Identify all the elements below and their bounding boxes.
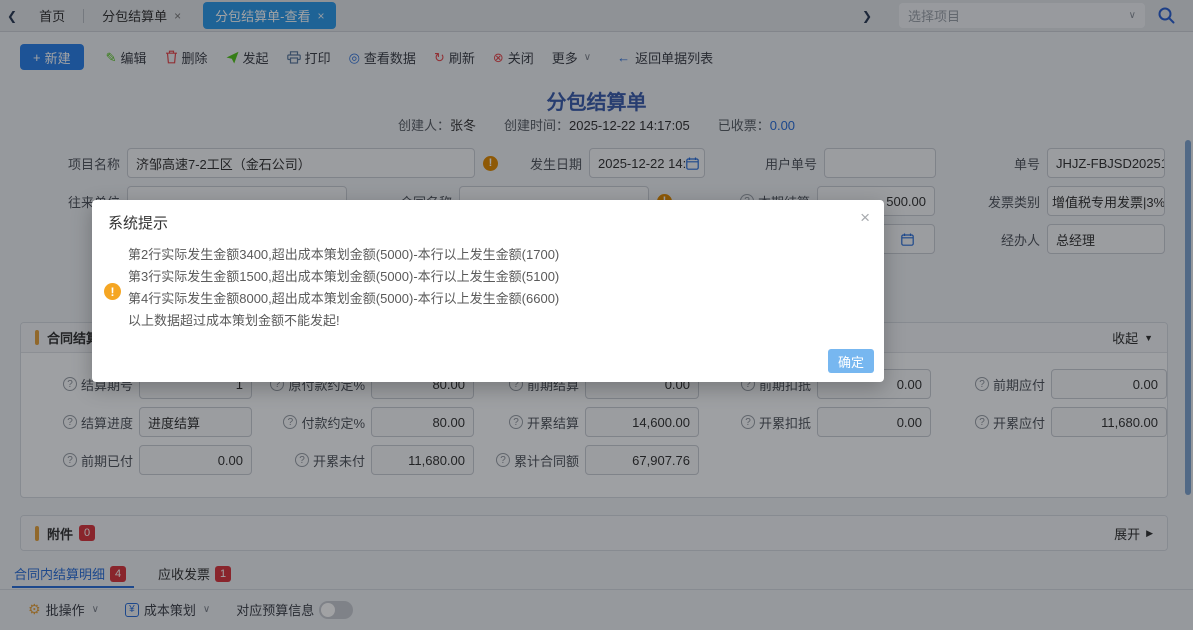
dialog-message: 第2行实际发生金额3400,超出成本策划金额(5000)-本行以上发生金额(17…	[128, 244, 559, 332]
dialog-message-line: 第4行实际发生金额8000,超出成本策划金额(5000)-本行以上发生金额(66…	[128, 288, 559, 310]
close-icon[interactable]: ×	[860, 208, 870, 228]
system-prompt-dialog: 系统提示 × ! 第2行实际发生金额3400,超出成本策划金额(5000)-本行…	[92, 200, 884, 382]
dialog-message-line: 第3行实际发生金额1500,超出成本策划金额(5000)-本行以上发生金额(51…	[128, 266, 559, 288]
alert-icon: !	[104, 283, 121, 300]
dialog-message-line: 以上数据超过成本策划金额不能发起!	[128, 310, 559, 332]
confirm-button[interactable]: 确定	[828, 349, 874, 373]
dialog-message-line: 第2行实际发生金额3400,超出成本策划金额(5000)-本行以上发生金额(17…	[128, 244, 559, 266]
dialog-title: 系统提示	[108, 212, 168, 233]
app-window: ❮ 首页 分包结算单 × 分包结算单-查看 × ❯ 选择项目 ∨ + 新建 ✎ …	[0, 0, 1193, 630]
